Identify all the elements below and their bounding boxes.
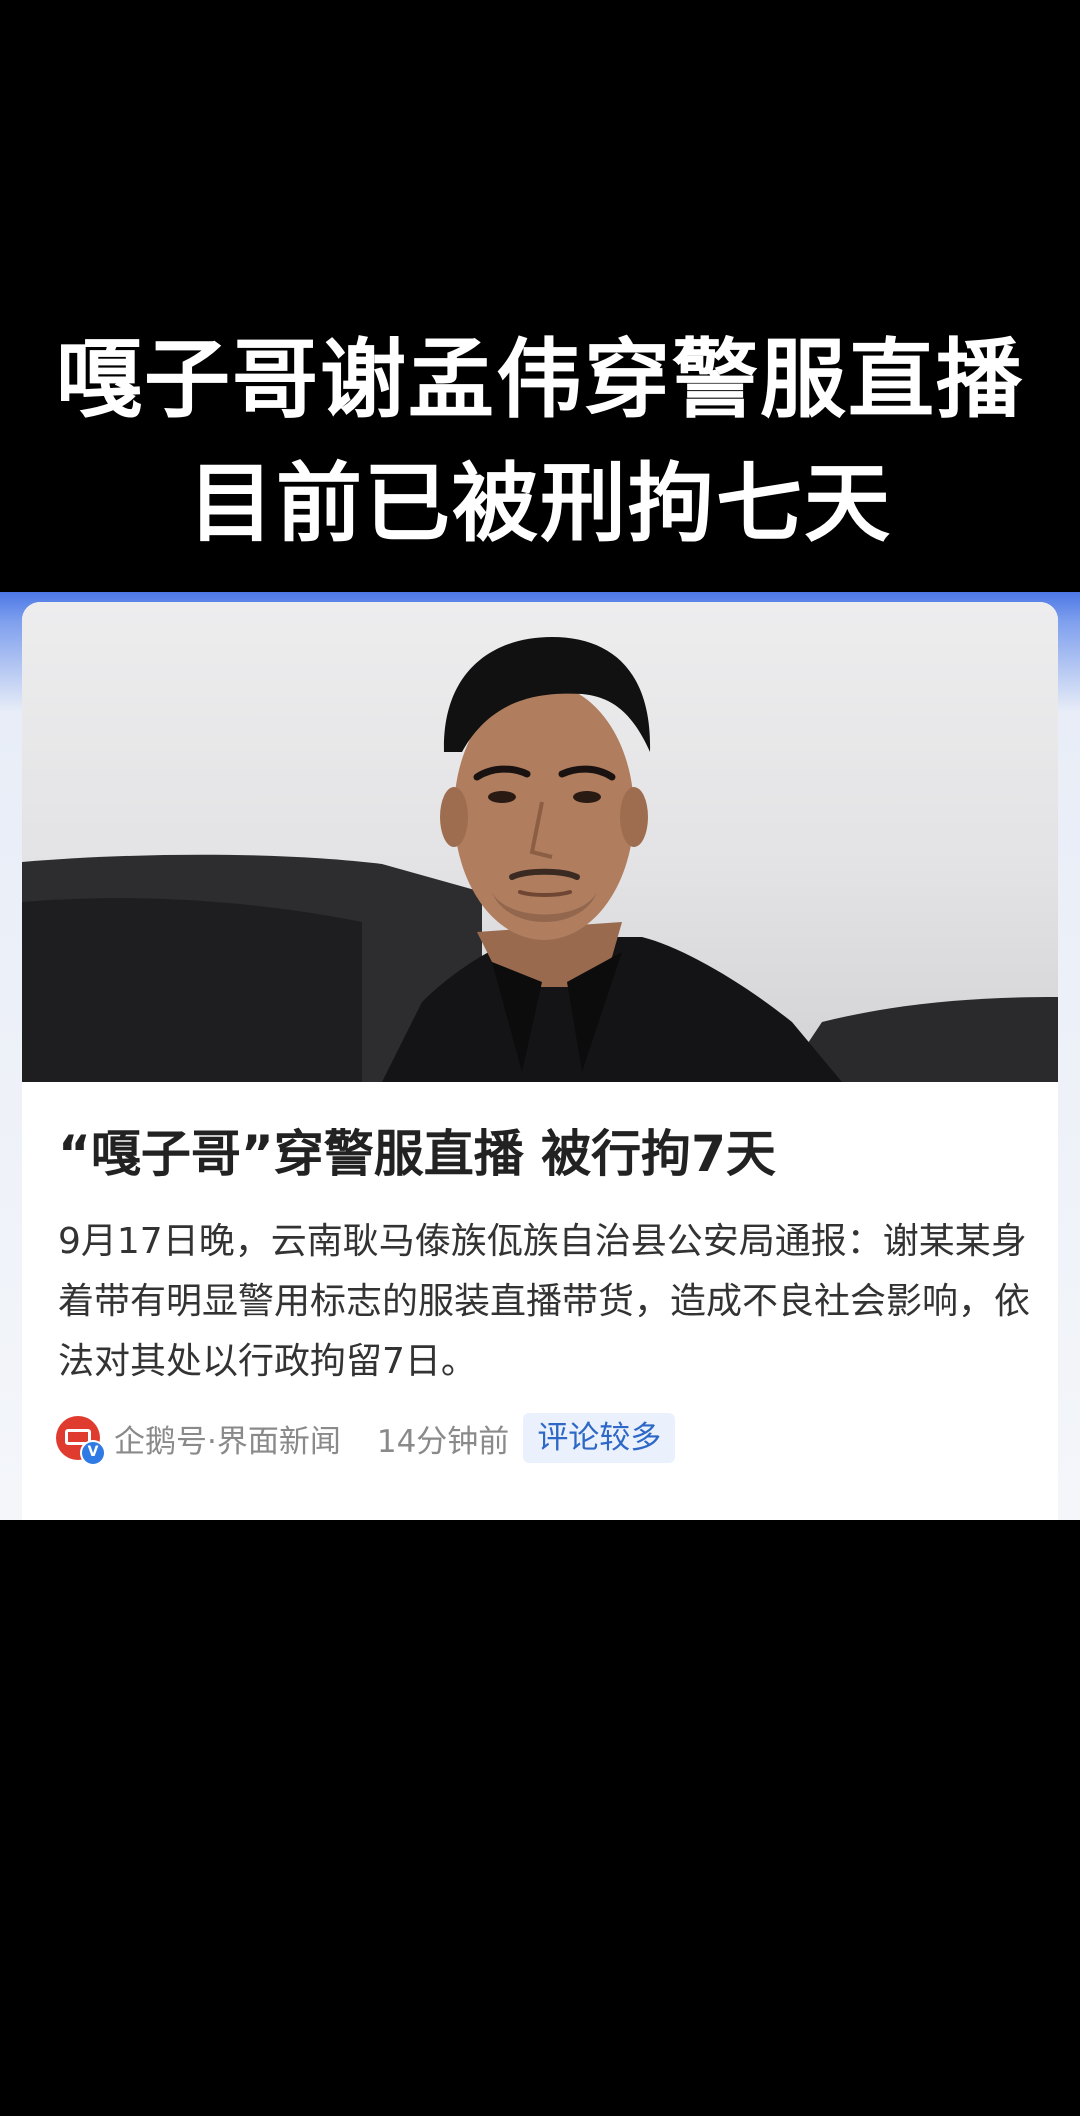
bottom-black-area xyxy=(0,1520,1080,2116)
article-meta: V 企鹅号·界面新闻 14分钟前 评论较多 xyxy=(56,1412,676,1466)
banner-title-line-1: 嘎子哥谢孟伟穿警服直播 xyxy=(56,330,1024,430)
verified-badge-icon: V xyxy=(80,1440,106,1466)
banner-title: 嘎子哥谢孟伟穿警服直播 目前已被刑拘七天 xyxy=(0,318,1080,566)
portrait-illustration xyxy=(22,637,1058,1082)
article-headline[interactable]: “嘎子哥”穿警服直播 被行拘7天 xyxy=(58,1122,1018,1186)
video-title-banner: 嘎子哥谢孟伟穿警服直播 目前已被刑拘七天 xyxy=(0,0,1080,592)
article-source[interactable]: 企鹅号·界面新闻 xyxy=(114,1416,341,1461)
jiemian-logo-icon[interactable]: V xyxy=(56,1416,106,1466)
news-card[interactable]: “嘎子哥”穿警服直播 被行拘7天 9月17日晚，云南耿马傣族佤族自治县公安局通报… xyxy=(22,602,1058,1520)
comment-badge: 评论较多 xyxy=(523,1413,676,1463)
article-summary: 9月17日晚，云南耿马傣族佤族自治县公安局通报：谢某某身着带有明显警用标志的服装… xyxy=(58,1221,1031,1382)
news-card-area: “嘎子哥”穿警服直播 被行拘7天 9月17日晚，云南耿马傣族佤族自治县公安局通报… xyxy=(0,592,1080,1520)
banner-title-line-2: 目前已被刑拘七天 xyxy=(188,454,892,554)
article-time: 14分钟前 xyxy=(376,1423,510,1460)
article-hero-image[interactable] xyxy=(22,602,1058,1082)
